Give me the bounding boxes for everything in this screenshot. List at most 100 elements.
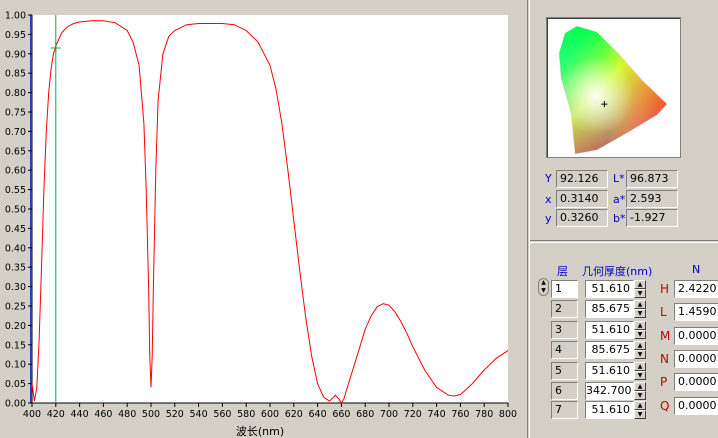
layer-number-2: 2 [551, 300, 578, 318]
layer-scroll-spinner[interactable]: ▲ ▼ [538, 278, 549, 296]
vertical-splitter[interactable] [527, 0, 530, 438]
x-tick-label: 660 [332, 409, 350, 420]
x-tick-label: 720 [404, 409, 422, 420]
y-value: 0.3260 [556, 209, 608, 227]
spin-up-icon[interactable]: ▲ [634, 341, 646, 350]
layer-number-7: 7 [551, 401, 578, 419]
x-tick-label: 780 [475, 409, 493, 420]
b-star-label: b* [613, 212, 626, 225]
thickness-input-5[interactable]: 51.610 [585, 362, 634, 380]
thickness-input-7[interactable]: 51.610 [585, 401, 634, 419]
spin-down-icon[interactable]: ▼ [634, 309, 646, 318]
y-tick-label: 0.15 [5, 340, 26, 351]
material-label-N: N [660, 352, 669, 366]
thickness-input-2[interactable]: 85.675 [585, 300, 634, 318]
material-index-input-L[interactable]: 1.4590 [674, 303, 718, 321]
y-label: y [545, 212, 552, 225]
material-label-P: P [660, 375, 668, 389]
layer-number-4: 4 [551, 341, 578, 359]
spin-down-icon[interactable]: ▼ [634, 330, 646, 339]
y-tick-label: 0.50 [5, 205, 26, 216]
b-star-value: -1.927 [626, 209, 678, 227]
material-label-L: L [660, 305, 667, 319]
y-tick-label: 0.65 [5, 146, 26, 157]
horizontal-splitter [530, 240, 718, 243]
material-index-input-H[interactable]: 2.4220 [674, 280, 718, 298]
material-label-H: H [660, 282, 670, 296]
thickness-input-6[interactable]: 342.700 [585, 382, 634, 400]
layer-number-1[interactable]: 1 [551, 280, 578, 298]
y-tick-label: 0.00 [5, 399, 26, 410]
thickness-spinner-2[interactable]: ▲ ▼ [634, 300, 646, 318]
material-label-M: M [660, 329, 671, 343]
spin-down-icon[interactable]: ▼ [634, 410, 646, 419]
y-tick-label: 0.30 [5, 282, 26, 293]
y-tick-label: 1.00 [5, 11, 26, 22]
n-column-header: N [692, 263, 701, 276]
Y-label: Y [545, 172, 552, 185]
thickness-spinner-4[interactable]: ▲ ▼ [634, 341, 646, 359]
y-tick-label: 0.55 [5, 185, 26, 196]
x-tick-label: 760 [451, 409, 469, 420]
material-index-input-M[interactable]: 0.0000 [674, 327, 718, 345]
layer-number-3: 3 [551, 321, 578, 339]
thickness-spinner-6[interactable]: ▲ ▼ [634, 382, 646, 400]
x-tick-label: 480 [118, 409, 136, 420]
thickness-column-header: 几何厚度(nm) [582, 265, 653, 278]
spin-down-icon[interactable]: ▼ [634, 391, 646, 400]
thickness-spinner-1[interactable]: ▲ ▼ [634, 280, 646, 298]
x-tick-label: 400 [23, 409, 41, 420]
x-tick-label: 680 [356, 409, 374, 420]
x-tick-label: 460 [94, 409, 112, 420]
y-tick-label: 0.70 [5, 127, 26, 138]
y-tick-label: 0.20 [5, 321, 26, 332]
thickness-spinner-7[interactable]: ▲ ▼ [634, 401, 646, 419]
layer-column-header: 层 [557, 265, 568, 278]
spin-down-icon[interactable]: ▼ [634, 371, 646, 380]
L-star-label: L* [613, 172, 625, 185]
layer-number-6: 6 [551, 382, 578, 400]
plot-area[interactable] [32, 15, 508, 403]
spin-down-icon[interactable]: ▼ [634, 289, 646, 298]
spin-up-icon[interactable]: ▲ [634, 401, 646, 410]
y-tick-label: 0.45 [5, 224, 26, 235]
spectrum-plot[interactable]: 0.00 0.05 0.10 0.15 0.20 0.25 0.30 0.35 0.40 0.45… [0, 0, 522, 438]
spin-down-icon[interactable]: ▼ [634, 350, 646, 359]
x-tick-label: 700 [380, 409, 398, 420]
spin-up-icon[interactable]: ▲ [634, 280, 646, 289]
y-tick-label: 0.25 [5, 302, 26, 313]
x-tick-label: 800 [499, 409, 517, 420]
material-label-Q: Q [660, 399, 670, 413]
x-tick-label: 520 [166, 409, 184, 420]
y-tick-label: 0.05 [5, 379, 26, 390]
spin-up-icon[interactable]: ▲ [634, 300, 646, 309]
x-value: 0.3140 [556, 190, 608, 208]
spin-up-icon[interactable]: ▲ [634, 362, 646, 371]
x-label: x [545, 193, 552, 206]
x-tick-label: 440 [71, 409, 89, 420]
thickness-spinner-5[interactable]: ▲ ▼ [634, 362, 646, 380]
material-index-input-P[interactable]: 0.0000 [674, 373, 718, 391]
x-tick-label: 500 [142, 409, 160, 420]
thickness-spinner-3[interactable]: ▲ ▼ [634, 321, 646, 339]
material-index-input-Q[interactable]: 0.0000 [674, 397, 718, 415]
spin-up-icon[interactable]: ▲ [634, 321, 646, 330]
x-tick-label: 560 [213, 409, 231, 420]
spectrum-chart[interactable]: 0.00 0.05 0.10 0.15 0.20 0.25 0.30 0.35 0.40 0.45… [0, 0, 522, 438]
thickness-input-4[interactable]: 85.675 [585, 341, 634, 359]
L-star-value: 96.873 [626, 170, 678, 188]
material-index-input-N[interactable]: 0.0000 [674, 350, 718, 368]
thickness-input-1[interactable]: 51.610 [585, 280, 634, 298]
x-axis-label: 波长(nm) [236, 425, 284, 438]
a-star-label: a* [613, 193, 626, 206]
a-star-value: 2.593 [626, 190, 678, 208]
spin-up-icon[interactable]: ▲ [634, 382, 646, 391]
y-tick-label: 0.75 [5, 108, 26, 119]
y-tick-label: 0.35 [5, 263, 26, 274]
x-tick-label: 420 [47, 409, 65, 420]
x-tick-label: 740 [428, 409, 446, 420]
thickness-input-3[interactable]: 51.610 [585, 321, 634, 339]
y-tick-label: 0.80 [5, 88, 26, 99]
Y-value: 92.126 [556, 170, 608, 188]
x-tick-label: 600 [261, 409, 279, 420]
